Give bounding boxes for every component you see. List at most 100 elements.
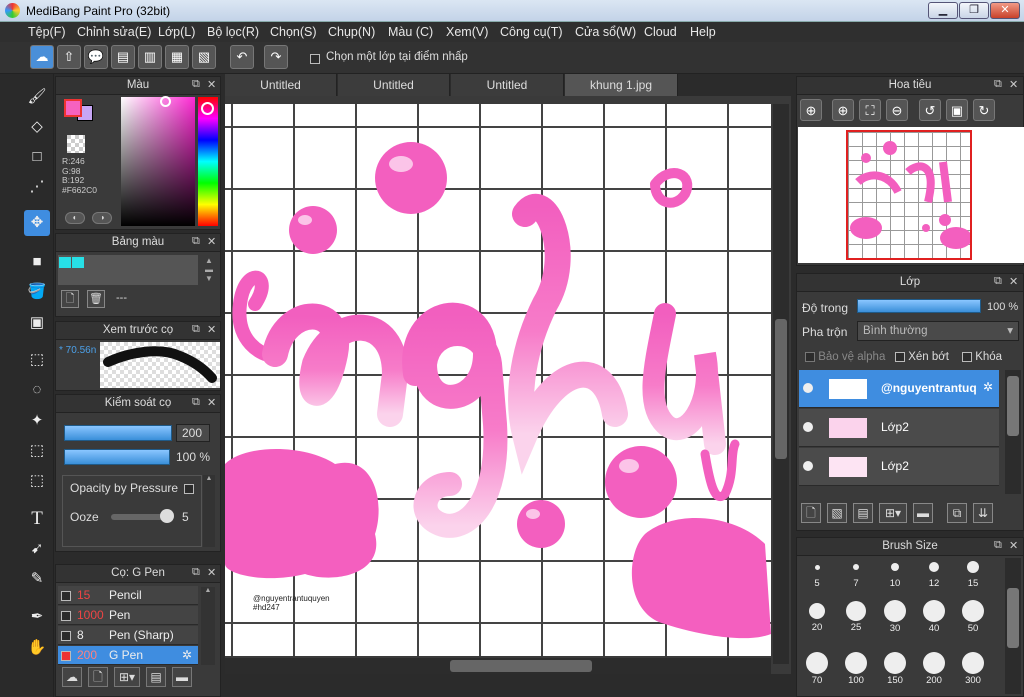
speech-bubble-icon[interactable]: 💬 — [84, 45, 108, 69]
gradient-tool-icon[interactable]: ▣ — [24, 310, 50, 336]
brush-size-7[interactable]: 7 — [837, 558, 875, 598]
undo-icon[interactable]: ↶ — [230, 45, 254, 69]
tab-khung-1[interactable]: khung 1.jpg — [565, 74, 678, 96]
eye-icon[interactable] — [803, 461, 813, 471]
popout-icon[interactable]: ⧉ — [192, 235, 200, 248]
brush-size-50[interactable]: 50 — [954, 600, 992, 640]
duplicate-layer-icon[interactable]: ⧉ — [947, 503, 967, 523]
brush-opacity-slider[interactable] — [64, 449, 170, 465]
brush-size-300[interactable]: 300 — [954, 652, 992, 692]
message-icon[interactable]: ▤ — [111, 45, 135, 69]
zoom-out-icon[interactable]: ⊖ — [886, 99, 908, 121]
navigator-viewport[interactable] — [846, 130, 972, 260]
menu-tools[interactable]: Công cụ(T) — [500, 25, 563, 39]
opacity-pressure-checkbox[interactable] — [184, 481, 194, 495]
menu-color[interactable]: Màu (C) — [388, 25, 433, 39]
new-brush-icon[interactable]: 🗋 — [88, 667, 108, 687]
brush-options-scrollbar[interactable]: ▲ — [203, 475, 215, 547]
palette-swatch-cyan-2[interactable] — [72, 257, 84, 268]
menu-cloud[interactable]: Cloud — [644, 25, 677, 39]
rectangle-tool-icon[interactable]: □ — [24, 144, 50, 170]
eye-icon[interactable] — [803, 383, 813, 393]
close-icon[interactable]: ✕ — [207, 566, 216, 579]
drawing-canvas[interactable]: @nguyentrantuquyen #hd247 — [225, 104, 771, 656]
panel-layout-icon[interactable]: ▧ — [192, 45, 216, 69]
new-1bit-layer-icon[interactable]: ▤ — [853, 503, 873, 523]
new-halftone-layer-icon[interactable]: ▧ — [827, 503, 847, 523]
menu-snap[interactable]: Chụp(N) — [328, 25, 375, 39]
popout-icon[interactable]: ⧉ — [192, 566, 200, 579]
brush-size-12[interactable]: 12 — [915, 558, 953, 598]
redo-icon[interactable]: ↷ — [264, 45, 288, 69]
brush-size-scrollbar[interactable] — [1005, 558, 1021, 694]
color-mode-button[interactable]: ◐ — [65, 212, 85, 224]
close-icon[interactable]: ✕ — [207, 235, 216, 248]
brush-size-15[interactable]: 15 — [954, 558, 992, 598]
brush-size-slider[interactable] — [64, 425, 172, 441]
brush-item-pen[interactable]: 1000 Pen — [58, 606, 198, 625]
menu-help[interactable]: Help — [690, 25, 716, 39]
protect-alpha-option[interactable]: Bảo vệ alpha — [805, 351, 885, 363]
tab-untitled-3[interactable]: Untitled — [451, 74, 564, 96]
rotate-left-icon[interactable]: ↺ — [919, 99, 941, 121]
brush-settings-icon[interactable]: ▤ — [146, 667, 166, 687]
tab-untitled-1[interactable]: Untitled — [225, 74, 337, 96]
close-icon[interactable]: ✕ — [1009, 275, 1018, 288]
select-rect-icon[interactable]: ⬚ — [24, 347, 50, 373]
bucket-tool-icon[interactable]: 🪣 — [24, 279, 50, 305]
magic-wand-icon[interactable]: ✦ — [24, 408, 50, 434]
brush-tool-icon[interactable]: 🖌 — [24, 84, 50, 110]
layer-row-lop2-b[interactable]: Lớp2 — [799, 448, 999, 486]
merge-layer-icon[interactable]: ⇊ — [973, 503, 993, 523]
menu-edit[interactable]: Chỉnh sửa(E) — [77, 25, 151, 39]
ooze-slider-handle[interactable] — [160, 509, 174, 523]
brush-size-100[interactable]: 100 — [837, 652, 875, 692]
brush-cloud-icon[interactable]: ☁ — [62, 667, 82, 687]
select-layer-checkbox[interactable] — [310, 51, 320, 65]
menu-window[interactable]: Cửa sổ(W) — [575, 25, 636, 39]
move-tool-icon[interactable]: ✥ — [24, 210, 50, 236]
popout-icon[interactable]: ⧉ — [192, 323, 200, 336]
close-icon[interactable]: ✕ — [207, 396, 216, 409]
upload-icon[interactable]: ⇧ — [57, 45, 81, 69]
gear-icon[interactable]: ✲ — [983, 380, 993, 394]
select-eraser-icon[interactable]: ⬚ — [24, 468, 50, 494]
eraser-tool-icon[interactable]: ◇ — [24, 114, 50, 140]
brush-size-value[interactable]: 200 — [176, 424, 210, 442]
zoom-fit-icon[interactable]: ⊕ — [800, 99, 822, 121]
new-layer-icon[interactable]: 🗋 — [801, 503, 821, 523]
layer-opacity-slider[interactable] — [857, 299, 981, 313]
popout-icon[interactable]: ⧉ — [192, 396, 200, 409]
palette-swatch-cyan-1[interactable] — [59, 257, 71, 268]
brush-item-pencil[interactable]: 15 Pencil — [58, 586, 198, 605]
brush-size-5[interactable]: 5 — [798, 558, 836, 598]
menu-file[interactable]: Tệp(F) — [28, 25, 66, 39]
cloud-icon[interactable]: ☁ — [30, 45, 54, 69]
maximize-button[interactable]: ❐ — [959, 2, 989, 19]
saturation-value-picker[interactable] — [121, 97, 195, 226]
blend-mode-select[interactable]: Bình thường ▾ — [857, 321, 1019, 341]
fill-rect-tool-icon[interactable]: ■ — [24, 249, 50, 275]
canvas-horizontal-scrollbar[interactable] — [225, 658, 771, 674]
lasso-icon[interactable]: ◌ — [24, 377, 50, 403]
popout-icon[interactable]: ⧉ — [192, 78, 200, 91]
brush-size-150[interactable]: 150 — [876, 652, 914, 692]
clipping-option[interactable]: Xén bớt — [895, 351, 949, 363]
brush-size-25[interactable]: 25 — [837, 600, 875, 640]
close-icon[interactable]: ✕ — [207, 78, 216, 91]
grid-doc-icon[interactable]: ▦ — [165, 45, 189, 69]
canvas-vertical-scrollbar[interactable] — [773, 104, 789, 664]
dot-tool-icon[interactable]: ⋰ — [24, 174, 50, 200]
hue-slider[interactable] — [198, 97, 218, 226]
add-layer-menu-icon[interactable]: ⊞▾ — [879, 503, 907, 523]
gear-icon[interactable]: ✲ — [182, 646, 192, 665]
add-brush-menu-icon[interactable]: ⊞▾ — [114, 667, 140, 687]
document-icon[interactable]: ▥ — [138, 45, 162, 69]
fit-screen-icon[interactable]: ⛶ — [859, 99, 881, 121]
brush-size-40[interactable]: 40 — [915, 600, 953, 640]
palette-scroll[interactable]: ▲ ▬ ▼ — [200, 256, 218, 284]
eye-icon[interactable] — [803, 422, 813, 432]
menu-layer[interactable]: Lớp(L) — [158, 25, 195, 39]
popout-icon[interactable]: ⧉ — [994, 275, 1002, 288]
menu-view[interactable]: Xem(V) — [446, 25, 488, 39]
